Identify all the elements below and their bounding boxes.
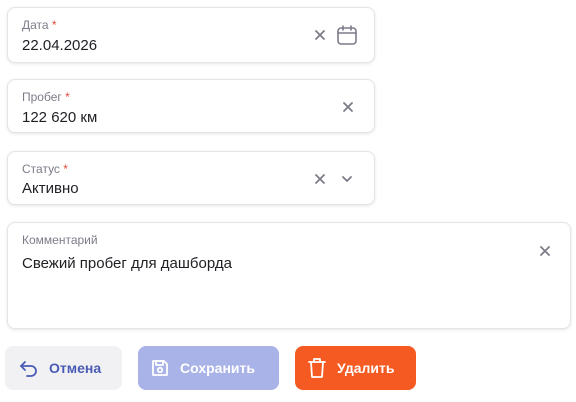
mileage-label: Пробег * [22,90,70,104]
date-field[interactable]: Дата * 22.04.2026 [7,7,375,63]
save-label: Сохранить [180,360,255,376]
floppy-disk-icon [150,358,170,378]
delete-label: Удалить [337,360,395,376]
status-select[interactable]: Статус * Активно [7,151,375,205]
close-icon[interactable] [312,27,328,43]
cancel-button[interactable]: Отмена [5,346,122,390]
date-value[interactable]: 22.04.2026 [22,37,97,54]
required-mark: * [63,162,68,176]
date-label: Дата * [22,18,57,32]
comment-field[interactable]: Комментарий Свежий пробег для дашборда [7,222,571,329]
chevron-down-icon[interactable] [339,171,355,187]
cancel-label: Отмена [49,360,102,376]
required-mark: * [65,90,70,104]
calendar-icon[interactable] [335,23,359,47]
save-button[interactable]: Сохранить [138,346,279,390]
mileage-value[interactable]: 122 620 км [22,109,97,126]
close-icon[interactable] [340,99,356,115]
delete-button[interactable]: Удалить [295,346,416,390]
mileage-field[interactable]: Пробег * 122 620 км [7,79,375,133]
comment-value[interactable]: Свежий пробег для дашборда [22,255,232,272]
undo-arrow-icon [19,359,39,377]
required-mark: * [51,18,57,32]
status-value[interactable]: Активно [22,180,79,197]
close-icon[interactable] [312,171,328,187]
status-label: Статус * [22,162,68,176]
comment-label: Комментарий [22,233,98,247]
trash-icon [307,357,327,379]
close-icon[interactable] [537,243,553,259]
